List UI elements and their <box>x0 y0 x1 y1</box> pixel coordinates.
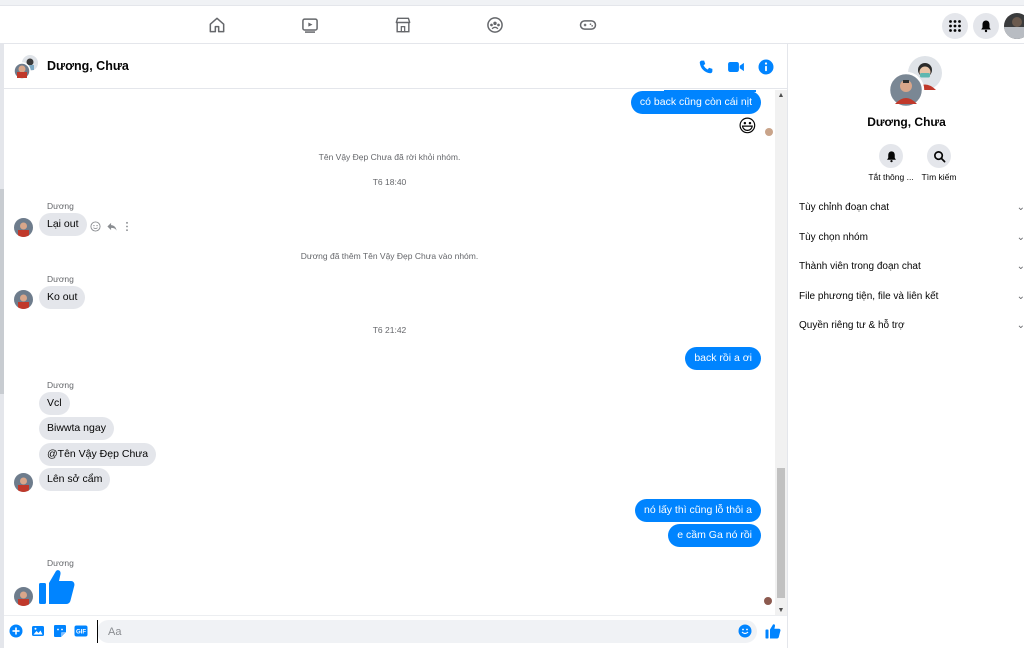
sender-avatar <box>14 290 33 309</box>
chevron-down-icon: ⌄ <box>1016 202 1024 213</box>
watch-icon[interactable] <box>299 15 321 35</box>
conversation-info-panel: Dương, Chưa Tắt thông ... Tìm kiếm Tùy c… <box>787 44 1024 648</box>
video-camera-icon <box>728 62 744 72</box>
gaming-icon[interactable] <box>577 15 599 35</box>
marketplace-icon[interactable] <box>392 15 414 35</box>
outgoing-message[interactable]: có back cũng còn cái nịt <box>630 91 761 114</box>
search-icon <box>927 144 951 168</box>
scroll-down-arrow-icon[interactable]: ▼ <box>775 605 787 615</box>
bell-icon <box>981 20 991 33</box>
reply-icon[interactable] <box>106 219 118 231</box>
sender-name: Dương <box>47 558 74 568</box>
sticker-icon[interactable] <box>53 624 67 638</box>
conversation-name: Dương, Chưa <box>867 115 946 129</box>
profile-avatar[interactable] <box>1004 13 1024 39</box>
outgoing-message[interactable]: nó lấy thì cũng lỗ thôi a <box>635 499 761 522</box>
sender-name: Dương <box>47 274 74 284</box>
emoji-message[interactable]: 😃 <box>738 115 757 137</box>
seen-avatar <box>764 597 772 605</box>
search-conversation-button[interactable]: Tìm kiếm <box>909 144 969 182</box>
section-group-options[interactable]: Tùy chọn nhóm ⌄ <box>799 228 1024 248</box>
action-label: Tìm kiếm <box>921 172 957 182</box>
bell-icon <box>879 144 903 168</box>
like-sticker-icon[interactable] <box>38 568 76 606</box>
top-navigation <box>0 6 1024 44</box>
section-label: Tùy chọn nhóm <box>799 232 868 243</box>
home-icon[interactable] <box>206 15 228 35</box>
gif-icon[interactable]: GIF <box>74 624 88 638</box>
chevron-down-icon: ⌄ <box>1016 232 1024 243</box>
plus-icon[interactable] <box>9 624 23 638</box>
chevron-down-icon: ⌄ <box>1016 291 1024 302</box>
info-icon <box>758 59 774 75</box>
incoming-message[interactable]: Biwwta ngay <box>39 417 114 440</box>
section-label: File phương tiện, file và liên kết <box>799 291 939 302</box>
svg-text:GIF: GIF <box>76 630 86 636</box>
menu-grid-button[interactable] <box>942 13 968 39</box>
chat-header: Dương, Chưa <box>4 44 787 89</box>
section-members[interactable]: Thành viên trong đoạn chat ⌄ <box>799 257 1024 277</box>
section-privacy-support[interactable]: Quyền riêng tư & hỗ trợ ⌄ <box>799 316 1024 336</box>
more-options-icon[interactable] <box>124 219 130 232</box>
timestamp: T6 18:40 <box>372 177 407 187</box>
incoming-message[interactable]: Ko out <box>39 286 86 309</box>
video-call-button[interactable] <box>725 56 747 78</box>
incoming-message[interactable]: Lên sở cẩm <box>39 468 111 491</box>
sender-avatar <box>14 473 33 492</box>
system-message: Dương đã thêm Tên Vậy Đẹp Chưa vào nhóm. <box>300 251 479 261</box>
message-list: có back cũng còn cái nịt 😃 Tên Vậy Đẹp C… <box>4 90 775 615</box>
sender-avatar <box>14 587 33 606</box>
section-customize-chat[interactable]: Tùy chỉnh đoạn chat ⌄ <box>799 198 1024 218</box>
grid-icon <box>949 20 961 32</box>
incoming-message[interactable]: Vcl <box>39 392 70 415</box>
section-label: Quyền riêng tư & hỗ trợ <box>799 320 905 331</box>
phone-icon <box>699 60 713 74</box>
chat-title: Dương, Chưa <box>47 59 129 73</box>
outgoing-message[interactable]: back rồi a ơi <box>685 347 761 370</box>
sender-name: Dương <box>47 380 74 390</box>
section-media-files[interactable]: File phương tiện, file và liên kết ⌄ <box>799 287 1024 307</box>
messenger-window: Dương, Chưa có back cũng còn cái nịt 😃 T… <box>0 0 1024 648</box>
section-label: Thành viên trong đoạn chat <box>799 261 921 272</box>
photo-icon[interactable] <box>31 624 45 638</box>
timestamp: T6 21:42 <box>372 325 407 335</box>
incoming-message[interactable]: @Tên Vậy Đẹp Chưa <box>39 443 157 466</box>
message-input[interactable] <box>97 620 757 643</box>
emoji-icon[interactable] <box>738 624 752 638</box>
audio-call-button[interactable] <box>695 56 717 78</box>
sender-name: Dương <box>47 201 74 211</box>
scroll-up-arrow-icon[interactable]: ▲ <box>775 90 787 100</box>
react-icon[interactable] <box>90 219 101 232</box>
groups-icon[interactable] <box>484 15 506 35</box>
sender-avatar <box>14 218 33 237</box>
like-button-icon[interactable] <box>765 623 781 639</box>
scroll-thumb[interactable] <box>777 468 785 598</box>
conversation-info-button[interactable] <box>755 56 777 78</box>
group-photo <box>887 54 944 110</box>
system-message: Tên Vậy Đẹp Chưa đã rời khỏi nhóm. <box>318 152 461 162</box>
incoming-message[interactable]: Lại out <box>39 213 87 236</box>
section-label: Tùy chỉnh đoạn chat <box>799 202 890 213</box>
message-scrollbar[interactable]: ▲ ▼ <box>775 90 787 615</box>
notifications-button[interactable] <box>973 13 999 39</box>
message-composer: GIF <box>4 615 787 648</box>
chevron-down-icon: ⌄ <box>1016 320 1024 331</box>
chevron-down-icon: ⌄ <box>1016 261 1024 272</box>
group-avatar[interactable] <box>13 54 39 80</box>
message-input-box[interactable] <box>97 620 757 643</box>
seen-avatar <box>765 128 773 136</box>
outgoing-message[interactable]: e cầm Ga nó rồi <box>668 524 761 547</box>
